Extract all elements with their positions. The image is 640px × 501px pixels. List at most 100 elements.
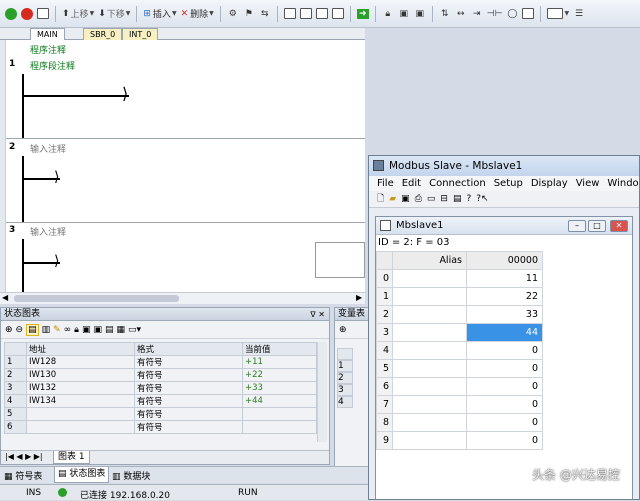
- run-button[interactable]: [4, 5, 18, 23]
- alias-cell[interactable]: [392, 431, 467, 450]
- glasses-icon[interactable]: ∞: [64, 325, 72, 335]
- address-cell[interactable]: IW130: [26, 368, 135, 382]
- register-row[interactable]: 0 11: [376, 269, 543, 288]
- print-icon[interactable]: ⎙: [415, 194, 422, 204]
- register-value[interactable]: 0: [466, 377, 543, 396]
- register-row[interactable]: 1 22: [376, 287, 543, 306]
- toggle-button[interactable]: ⇆: [258, 5, 272, 23]
- go-button[interactable]: ➜: [356, 5, 370, 23]
- alias-cell[interactable]: [392, 377, 467, 396]
- tab-main[interactable]: MAIN: [30, 28, 65, 40]
- maximize-button[interactable]: □: [588, 220, 606, 232]
- register-value[interactable]: 0: [466, 359, 543, 378]
- view-button-3[interactable]: [315, 5, 329, 23]
- sheet-tab[interactable]: 图表 1: [53, 451, 90, 464]
- open-folder-icon[interactable]: ▰: [389, 194, 396, 204]
- menu-window[interactable]: Window: [607, 178, 639, 189]
- table-row[interactable]: 1 IW128 有符号 +11: [4, 355, 317, 369]
- minimize-button[interactable]: –: [568, 220, 586, 232]
- format-cell[interactable]: 有符号: [134, 407, 243, 421]
- chart-icon[interactable]: ▦: [117, 325, 126, 335]
- stop-button[interactable]: [20, 5, 34, 23]
- table-row[interactable]: 5 有符号: [4, 407, 317, 421]
- register-row[interactable]: 2 33: [376, 305, 543, 324]
- connect-icon[interactable]: ⊟: [440, 194, 448, 204]
- register-row[interactable]: 40: [376, 341, 543, 360]
- help-icon[interactable]: ?: [466, 194, 471, 204]
- table-row[interactable]: 3 IW132 有符号 +33: [4, 381, 317, 395]
- delete-button[interactable]: ✕ 删除 ▼: [180, 5, 215, 23]
- lock-icon[interactable]: 🔒︎: [74, 325, 79, 335]
- tab-sbr0[interactable]: SBR_0: [83, 28, 123, 40]
- register-value[interactable]: 22: [466, 287, 543, 306]
- scroll-right-icon[interactable]: ▶: [356, 293, 362, 302]
- alias-cell[interactable]: [392, 395, 467, 414]
- insert-button[interactable]: ⊞ 插入 ▼: [142, 5, 177, 23]
- value-cell[interactable]: +44: [242, 394, 317, 408]
- value-cell[interactable]: [242, 407, 317, 421]
- contact-button[interactable]: ⊣⊢: [486, 5, 504, 23]
- coil-button[interactable]: ◯: [505, 5, 519, 23]
- alias-cell[interactable]: [392, 413, 467, 432]
- read-icon[interactable]: ▤: [105, 325, 114, 335]
- instruction-box[interactable]: [315, 242, 365, 278]
- view-button-4[interactable]: [331, 5, 345, 23]
- chart-status-icon[interactable]: ▤: [26, 323, 39, 336]
- ladder-editor[interactable]: 程序注释 1 程序段注释 ⟩ 2 输入注释 ⟩ 3 输入注释 ⟩: [0, 40, 365, 292]
- alias-cell[interactable]: [392, 341, 467, 360]
- address-cell[interactable]: IW134: [26, 394, 135, 408]
- network-comment[interactable]: 程序段注释: [30, 59, 75, 72]
- network-comment[interactable]: 输入注释: [30, 225, 66, 238]
- program-status-button[interactable]: [36, 5, 50, 23]
- close-button[interactable]: ✕: [610, 220, 628, 232]
- alias-cell[interactable]: [392, 305, 467, 324]
- value-cell[interactable]: [242, 420, 317, 434]
- move-down-button[interactable]: ⬇ 下移 ▼: [97, 5, 131, 23]
- menu-setup[interactable]: Setup: [494, 178, 523, 189]
- alias-cell[interactable]: [392, 323, 467, 342]
- compile-button[interactable]: ⚙: [226, 5, 240, 23]
- unforce-icon[interactable]: ▣: [93, 325, 102, 335]
- format-cell[interactable]: 有符号: [134, 420, 243, 434]
- tool-button-a[interactable]: ▣: [397, 5, 411, 23]
- alias-cell[interactable]: [392, 359, 467, 378]
- add-row-icon[interactable]: ⊕: [5, 325, 13, 335]
- address-cell[interactable]: [26, 420, 135, 434]
- format-cell[interactable]: 有符号: [134, 394, 243, 408]
- register-row[interactable]: 70: [376, 395, 543, 414]
- scrollbar-thumb[interactable]: [14, 295, 179, 302]
- branch-button[interactable]: ⇅: [438, 5, 452, 23]
- register-value[interactable]: 0: [466, 431, 543, 450]
- new-file-icon[interactable]: 🗋︎: [377, 191, 384, 207]
- status-chart-vertical-scrollbar[interactable]: [317, 342, 327, 442]
- register-value[interactable]: 11: [466, 269, 543, 288]
- table-row[interactable]: 6 有符号: [4, 420, 317, 434]
- tab-status-chart[interactable]: ▤ 状态图表: [54, 467, 110, 483]
- program-comment[interactable]: 程序注释: [30, 43, 66, 56]
- display-button[interactable]: ▼: [546, 5, 570, 23]
- value-cell[interactable]: +33: [242, 381, 317, 395]
- register-row[interactable]: 3 44: [376, 323, 543, 342]
- lock-button[interactable]: 🔒︎: [381, 5, 395, 23]
- force-icon[interactable]: ▣: [82, 325, 91, 335]
- add-row-icon[interactable]: ⊕: [339, 325, 347, 335]
- save-icon[interactable]: ▣: [401, 194, 410, 204]
- box-button[interactable]: [521, 5, 535, 23]
- scroll-left-icon[interactable]: ◀: [2, 293, 8, 302]
- table-row[interactable]: 4 IW134 有符号 +44: [4, 394, 317, 408]
- menu-display[interactable]: Display: [531, 178, 568, 189]
- format-cell[interactable]: 有符号: [134, 381, 243, 395]
- window-icon[interactable]: ▭: [427, 194, 436, 204]
- register-row[interactable]: 80: [376, 413, 543, 432]
- register-value[interactable]: 33: [466, 305, 543, 324]
- modbus-title-bar[interactable]: Modbus Slave - Mbslave1: [369, 156, 639, 176]
- value-cell[interactable]: +22: [242, 368, 317, 382]
- pencil-icon[interactable]: ✎: [53, 325, 61, 335]
- editor-horizontal-scrollbar[interactable]: ◀ ▶: [0, 292, 365, 304]
- tab-data-block[interactable]: ▥ 数据块: [112, 469, 150, 482]
- network-comment[interactable]: 输入注释: [30, 142, 66, 155]
- table-row[interactable]: 2 IW130 有符号 +22: [4, 368, 317, 382]
- register-row[interactable]: 50: [376, 359, 543, 378]
- menu-view[interactable]: View: [576, 178, 600, 189]
- child-title-bar[interactable]: Mbslave1 – □ ✕: [376, 217, 632, 235]
